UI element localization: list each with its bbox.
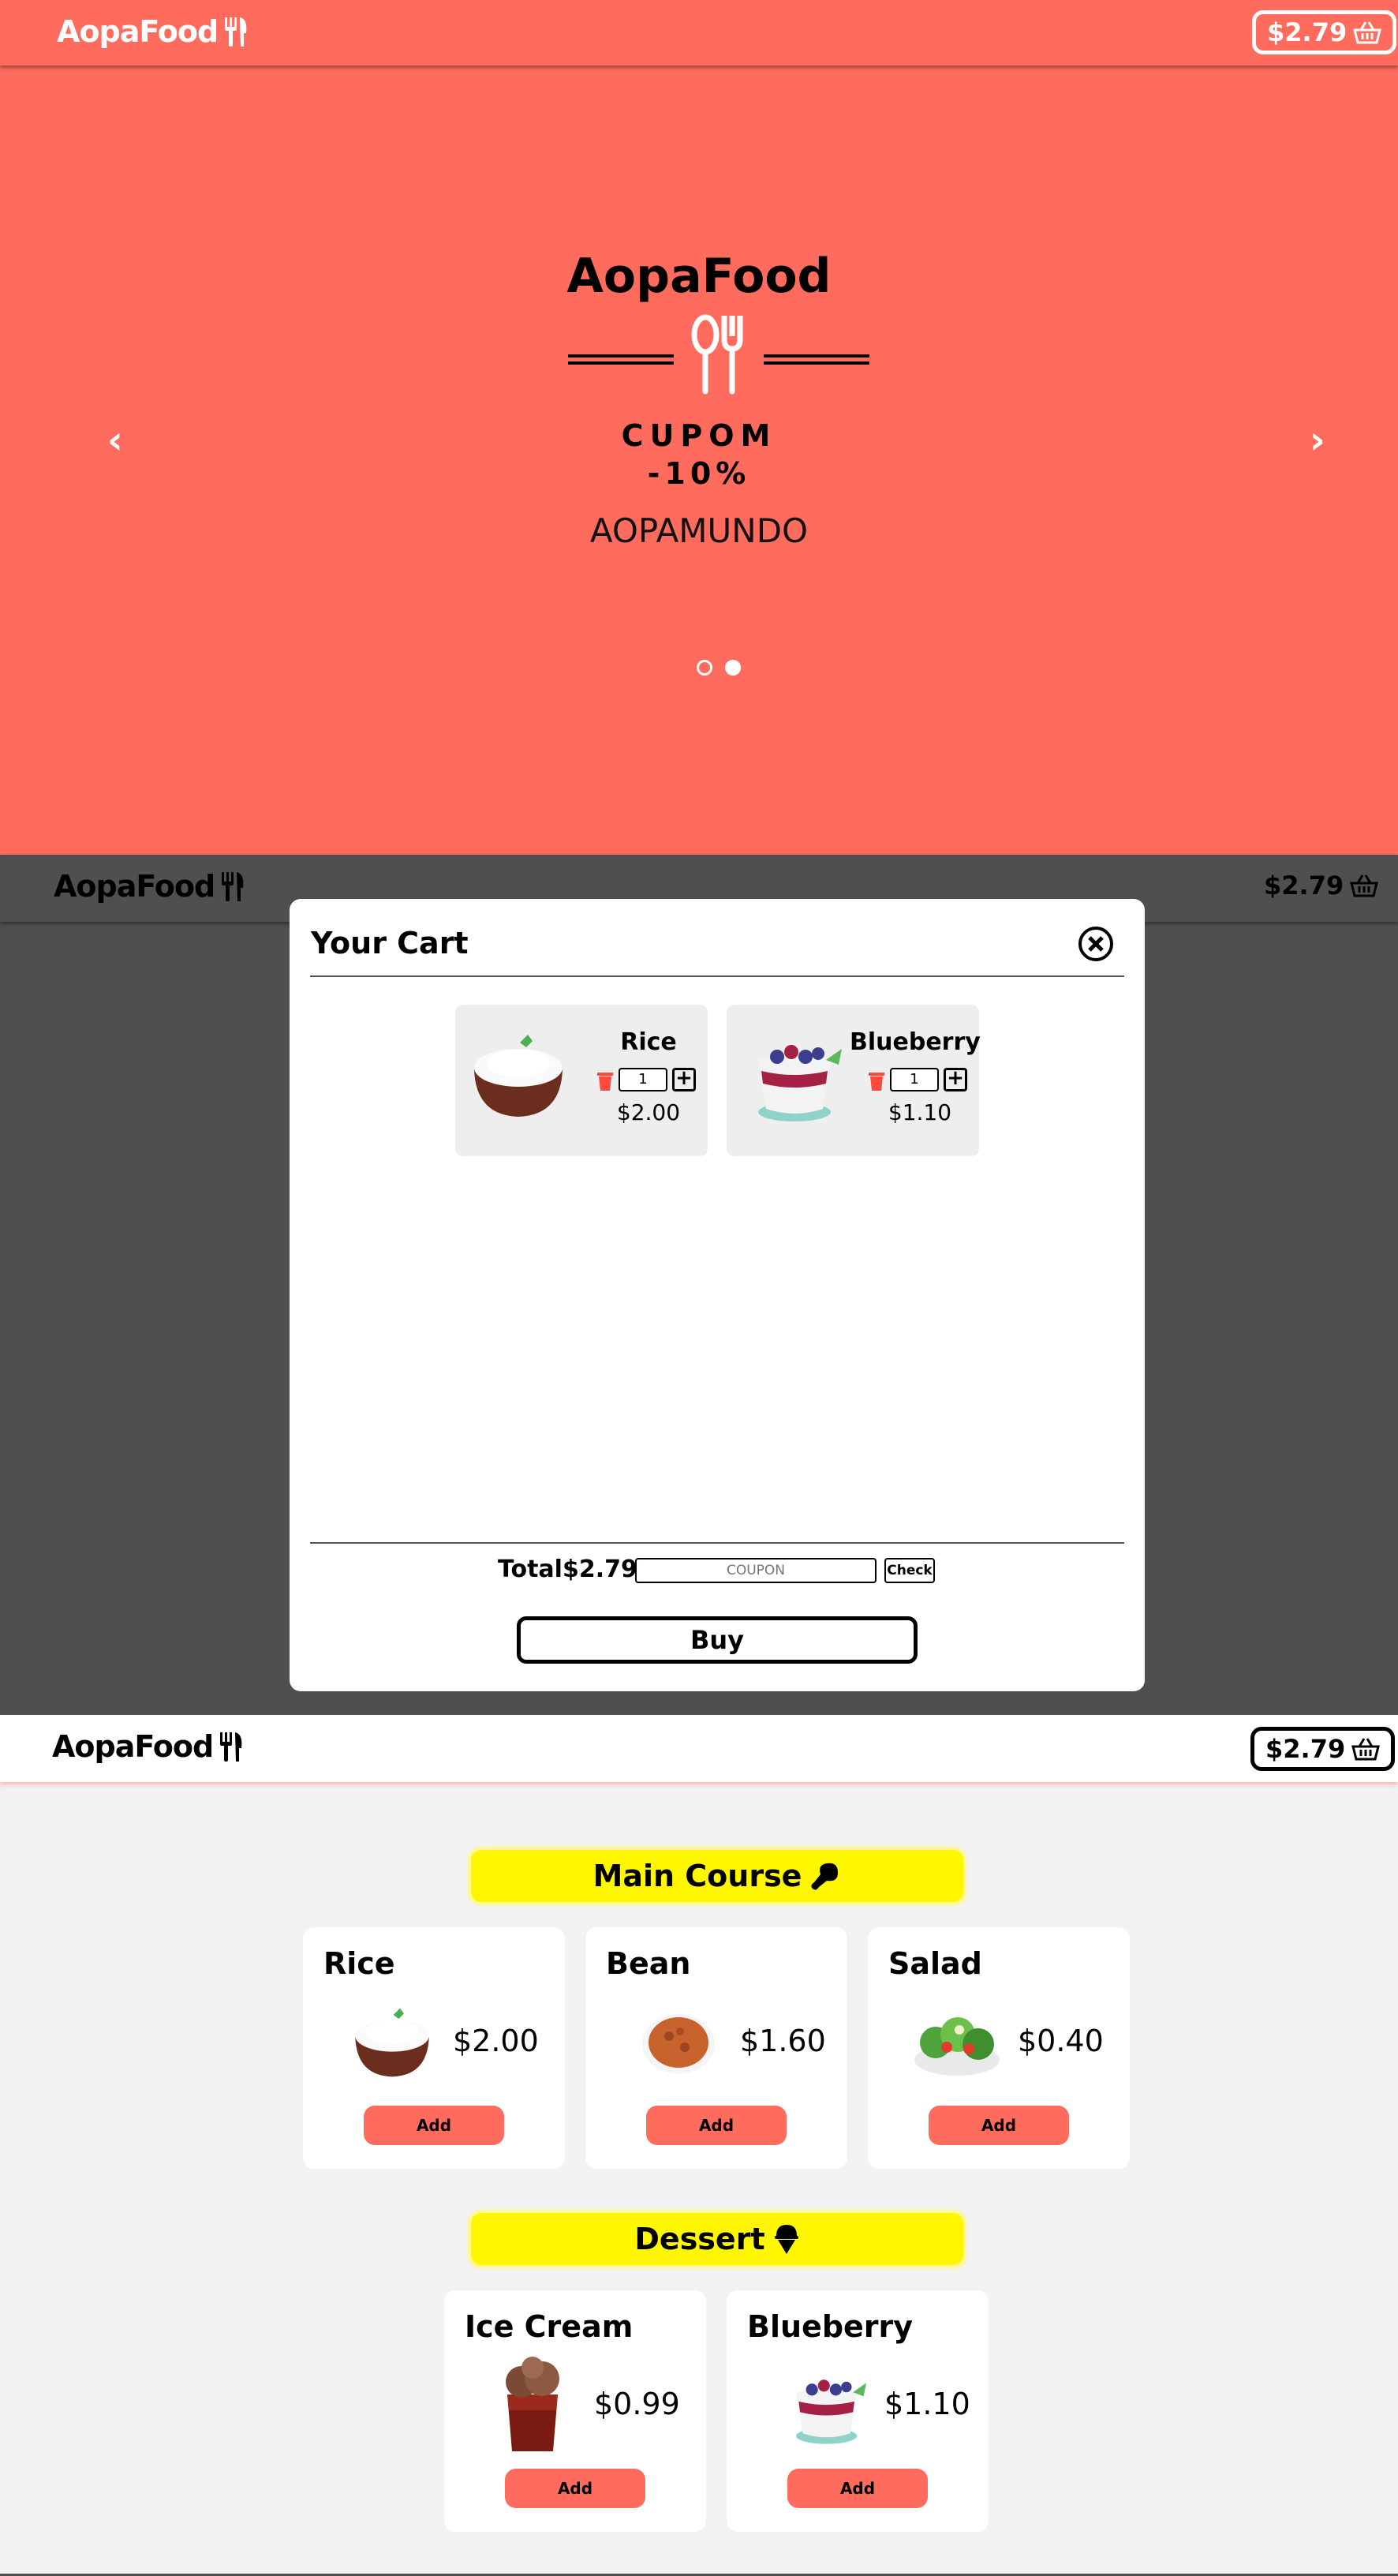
check-coupon-button[interactable]: Check: [884, 1558, 935, 1583]
close-icon[interactable]: [1077, 925, 1115, 963]
cart-button[interactable]: $2.79: [1252, 10, 1397, 54]
cart-button[interactable]: $2.79: [1250, 1727, 1396, 1771]
ice-cream-icon: [774, 2225, 798, 2254]
add-to-cart-button[interactable]: Add: [505, 2469, 645, 2508]
brand-logo[interactable]: AopaFood: [54, 869, 246, 904]
utensils-icon: [568, 314, 869, 395]
cart-button[interactable]: $2.79: [1264, 871, 1379, 900]
top-header: AopaFood $2.79: [0, 0, 1398, 66]
carousel-next-button[interactable]: ›: [1310, 418, 1325, 462]
plus-icon[interactable]: +: [944, 1068, 967, 1091]
rice-image: [474, 1035, 563, 1117]
menu-item-price: $1.10: [884, 2387, 970, 2421]
bean-image: [642, 2014, 715, 2074]
menu-card: Rice $2.00 Add: [303, 1927, 565, 2169]
brand-logo[interactable]: AopaFood: [52, 1729, 245, 1764]
category-title: Dessert: [634, 2222, 765, 2256]
category-main-course: Main Course: [467, 1846, 967, 1906]
buy-button[interactable]: Buy: [517, 1616, 918, 1664]
cart-item-name: Rice: [620, 1028, 677, 1056]
menu-item-name: Salad: [888, 1946, 982, 1981]
quantity-input[interactable]: 1: [890, 1068, 939, 1091]
add-to-cart-button[interactable]: Add: [787, 2469, 928, 2508]
fork-knife-icon: [220, 1732, 242, 1762]
plus-icon[interactable]: +: [672, 1068, 696, 1091]
brand-name: AopaFood: [57, 14, 219, 49]
cart-total-row: Total $2.79: [498, 1556, 637, 1583]
quantity-input[interactable]: 1: [619, 1068, 667, 1091]
basket-icon: [1351, 1738, 1381, 1761]
menu-card: Ice Cream $0.99 Add: [444, 2290, 706, 2532]
category-title: Main Course: [592, 1859, 802, 1893]
cart-total: $2.79: [1264, 871, 1344, 900]
brand-name: AopaFood: [54, 869, 215, 904]
menu-item-price: $0.99: [594, 2387, 680, 2421]
total-value: $2.79: [562, 1556, 637, 1583]
cart-item-name: Blueberry: [850, 1028, 981, 1056]
menu-header: AopaFood $2.79: [0, 1715, 1398, 1782]
basket-icon: [1353, 21, 1382, 44]
menu-card: Salad $0.40 Add: [868, 1927, 1130, 2169]
menu-item-price: $2.00: [453, 2024, 539, 2058]
divider: [310, 1542, 1124, 1544]
brand-logo[interactable]: AopaFood: [57, 14, 249, 49]
menu-item-price: $0.40: [1018, 2024, 1104, 2058]
cart-modal: Your Cart Rice 1 + $2.00 Blueberry 1 + $…: [290, 899, 1145, 1691]
cart-total: $2.79: [1265, 1734, 1346, 1764]
hero-title: AopaFood: [566, 249, 832, 304]
carousel-prev-button[interactable]: ‹: [107, 418, 123, 462]
carousel-dot-1[interactable]: [697, 660, 712, 676]
add-to-cart-button[interactable]: Add: [646, 2106, 787, 2145]
blueberry-image: [758, 1045, 842, 1121]
cart-item-price: $1.10: [888, 1099, 952, 1125]
fork-knife-icon: [222, 872, 244, 901]
trash-icon[interactable]: [596, 1069, 615, 1091]
menu-card: Blueberry $1.10 Add: [727, 2290, 989, 2532]
brand-name: AopaFood: [52, 1729, 214, 1764]
cart-item-price: $2.00: [616, 1099, 681, 1125]
menu-item-name: Bean: [606, 1946, 691, 1981]
salad-image: [914, 2017, 1000, 2076]
menu-item-name: Rice: [323, 1946, 395, 1981]
coupon-code: AOPAMUNDO: [589, 511, 809, 550]
menu-card: Bean $1.60 Add: [585, 1927, 847, 2169]
modal-title: Your Cart: [311, 926, 469, 960]
menu-item-name: Ice Cream: [465, 2309, 634, 2344]
coupon-input[interactable]: [635, 1558, 877, 1583]
drumstick-icon: [811, 1863, 839, 1890]
ice-cream-image: [506, 2357, 559, 2451]
cart-total: $2.79: [1267, 17, 1348, 47]
cart-item: Blueberry 1 + $1.10: [727, 1005, 981, 1156]
menu-item-name: Blueberry: [747, 2309, 914, 2344]
basket-icon: [1350, 874, 1379, 897]
chevron-left-icon: ‹: [107, 418, 123, 462]
coupon-line-2: -10%: [647, 456, 751, 491]
trash-icon[interactable]: [867, 1069, 886, 1091]
add-to-cart-button[interactable]: Add: [364, 2106, 504, 2145]
category-dessert: Dessert: [467, 2209, 967, 2269]
carousel-dot-2[interactable]: [725, 660, 741, 676]
divider: [310, 975, 1124, 977]
add-to-cart-button[interactable]: Add: [929, 2106, 1069, 2145]
blueberry-image: [796, 2379, 866, 2444]
fork-knife-icon: [225, 17, 247, 47]
chevron-right-icon: ›: [1310, 418, 1325, 462]
menu-item-price: $1.60: [740, 2024, 826, 2058]
coupon-line-1: CUPOM: [621, 418, 777, 453]
total-label: Total: [498, 1556, 563, 1583]
rice-image: [355, 2008, 429, 2077]
cart-item: Rice 1 + $2.00: [455, 1005, 708, 1156]
